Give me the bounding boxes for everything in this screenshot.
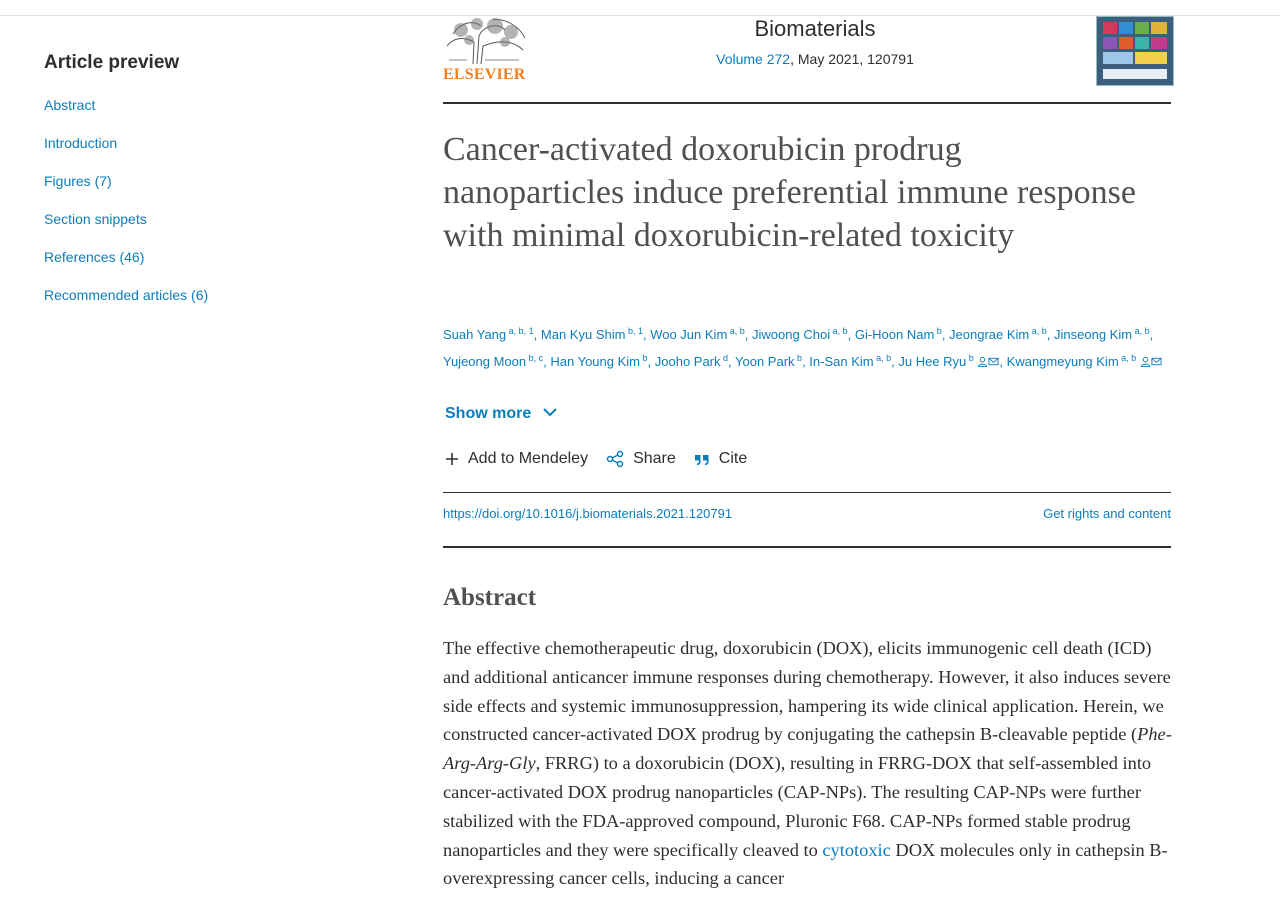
sidebar-item-figures[interactable]: Figures (7)	[44, 172, 344, 210]
author-entry: Jinseong Kim a, b	[1054, 326, 1150, 342]
add-to-mendeley-label: Add to Mendeley	[468, 450, 589, 467]
author-affiliation[interactable]: a, b, 1	[506, 326, 534, 336]
volume-link[interactable]: Volume 272	[716, 51, 790, 67]
author-entry: Yujeong Moon b, c	[443, 353, 544, 369]
author-name[interactable]: Han Young Kim	[550, 354, 640, 369]
sidebar-item-section-snippets[interactable]: Section snippets	[44, 210, 344, 248]
volume-info: Volume 272, May 2021, 120791	[600, 51, 1030, 67]
sidebar-item-abstract[interactable]: Abstract	[44, 96, 344, 134]
plus-icon	[446, 453, 458, 465]
publisher-wordmark: ELSEVIER	[443, 66, 526, 83]
author-name[interactable]: Ju Hee Ryu	[898, 354, 966, 369]
author-name[interactable]: Suah Yang	[443, 327, 506, 342]
author-affiliation[interactable]: a, b	[1119, 353, 1136, 363]
author-affiliation[interactable]: b	[934, 326, 942, 336]
envelope-icon[interactable]	[988, 356, 999, 367]
doi-top-divider	[443, 492, 1171, 493]
author-affiliation[interactable]: d	[721, 353, 728, 363]
author-affiliation[interactable]: b, 1	[625, 326, 643, 336]
article-preview-sidebar: Article preview Abstract Introduction Fi…	[44, 52, 344, 324]
author-name[interactable]: Jinseong Kim	[1054, 327, 1132, 342]
author-name[interactable]: Jeongrae Kim	[949, 327, 1029, 342]
sidebar-heading: Article preview	[44, 52, 180, 73]
author-affiliation[interactable]: b	[640, 353, 648, 363]
author-affiliation[interactable]: a, b	[874, 353, 891, 363]
author-entry: Jiwoong Choi a, b	[752, 326, 848, 342]
author-entry: In-San Kim a, b	[809, 353, 891, 369]
sidebar-item-recommended-articles[interactable]: Recommended articles (6)	[44, 286, 344, 324]
corresponding-author-icons	[974, 354, 1000, 369]
author-entry: Jeongrae Kim a, b	[949, 326, 1047, 342]
author-entry: Kwangmeyung Kim a, b	[1007, 353, 1162, 369]
top-bar	[0, 0, 1280, 16]
header-divider	[443, 102, 1171, 104]
author-entry: Yoon Park b	[735, 353, 802, 369]
author-affiliation[interactable]: b	[966, 353, 974, 363]
author-list: Suah Yang a, b, 1, Man Kyu Shim b, 1, Wo…	[443, 320, 1173, 373]
author-entry: Jooho Park d	[655, 353, 728, 369]
author-name[interactable]: Kwangmeyung Kim	[1007, 354, 1119, 369]
author-affiliation[interactable]: a, b	[727, 326, 745, 336]
author-entry: Man Kyu Shim b, 1	[541, 326, 643, 342]
share-icon	[606, 450, 624, 468]
author-name[interactable]: Yoon Park	[735, 354, 795, 369]
cite-quote-icon	[694, 455, 709, 465]
author-entry: Ju Hee Ryu b	[898, 353, 1000, 369]
share-label: Share	[633, 450, 676, 467]
volume-details: , May 2021, 120791	[790, 51, 914, 67]
journal-cover-thumbnail[interactable]	[1096, 16, 1174, 86]
author-name[interactable]: Man Kyu Shim	[541, 327, 626, 342]
author-affiliation[interactable]: a, b	[1029, 326, 1047, 336]
sidebar-item-introduction[interactable]: Introduction	[44, 134, 344, 172]
article-actions: Add to Mendeley Share Cite	[445, 450, 747, 468]
get-rights-link[interactable]: Get rights and content	[1043, 506, 1171, 521]
corresponding-author-icons	[1136, 354, 1162, 369]
envelope-icon[interactable]	[1151, 356, 1162, 367]
cytotoxic-link[interactable]: cytotoxic	[822, 840, 890, 860]
author-name[interactable]: Yujeong Moon	[443, 354, 526, 369]
journal-name[interactable]: Biomaterials	[600, 16, 1030, 42]
author-name[interactable]: Gi-Hoon Nam	[855, 327, 934, 342]
show-more-button[interactable]: Show more	[445, 405, 558, 423]
author-entry: Suah Yang a, b, 1	[443, 326, 534, 342]
doi-link[interactable]: https://doi.org/10.1016/j.biomaterials.2…	[443, 506, 732, 521]
author-entry: Han Young Kim b	[550, 353, 648, 369]
sidebar-item-references[interactable]: References (46)	[44, 248, 344, 286]
person-icon	[1140, 356, 1150, 367]
abstract-heading: Abstract	[443, 584, 537, 611]
author-affiliation[interactable]: a, b	[830, 326, 848, 336]
author-name[interactable]: Jiwoong Choi	[752, 327, 830, 342]
person-icon	[978, 356, 988, 367]
cite-button[interactable]: Cite	[694, 450, 747, 468]
abstract-text: The effective chemotherapeutic drug, dox…	[443, 634, 1173, 893]
author-name[interactable]: Woo Jun Kim	[650, 327, 727, 342]
doi-bottom-divider	[443, 546, 1171, 548]
author-entry: Woo Jun Kim a, b	[650, 326, 745, 342]
show-more-label: Show more	[445, 405, 532, 422]
chevron-down-icon	[542, 408, 557, 417]
journal-info: Biomaterials Volume 272, May 2021, 12079…	[600, 16, 1030, 67]
author-affiliation[interactable]: b, c	[526, 353, 544, 363]
author-affiliation[interactable]: a, b	[1132, 326, 1150, 336]
cite-label: Cite	[718, 450, 748, 467]
abstract-text-part-1: The effective chemotherapeutic drug, dox…	[443, 638, 1171, 745]
author-name[interactable]: Jooho Park	[655, 354, 721, 369]
add-to-mendeley-button[interactable]: Add to Mendeley	[445, 450, 588, 468]
author-entry: Gi-Hoon Nam b	[855, 326, 942, 342]
author-name[interactable]: In-San Kim	[809, 354, 873, 369]
share-button[interactable]: Share	[606, 450, 676, 468]
article-title: Cancer-activated doxorubicin prodrug nan…	[443, 131, 1136, 254]
author-affiliation[interactable]: b	[795, 353, 802, 363]
